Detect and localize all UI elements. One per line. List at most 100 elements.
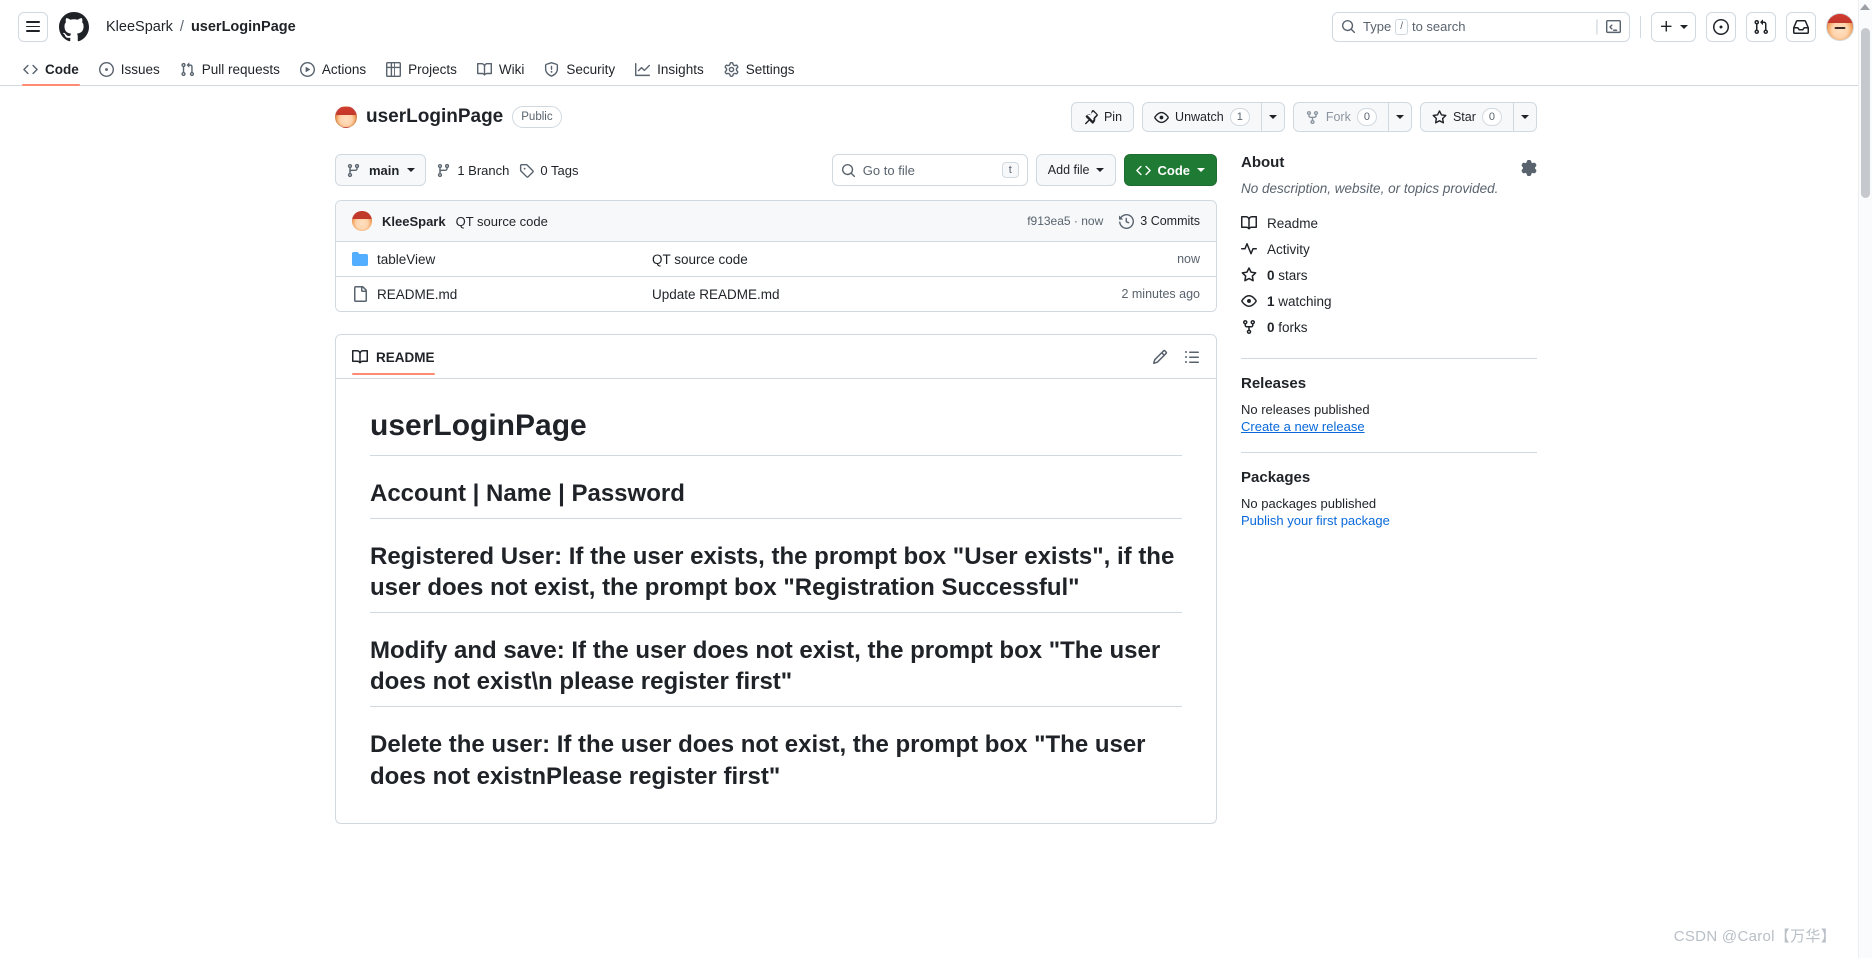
tab-settings[interactable]: Settings [715, 57, 804, 85]
chevron-down-icon [407, 168, 416, 172]
commit-message[interactable]: QT source code [456, 214, 548, 229]
publish-package-link[interactable]: Publish your first package [1241, 513, 1537, 528]
file-name-cell[interactable]: README.md [352, 286, 652, 302]
tab-pull-requests[interactable]: Pull requests [171, 57, 289, 85]
main-column: main 1 Branch 0 Tags Go to file t Add fi… [335, 150, 1217, 824]
eye-icon [1241, 295, 1257, 307]
chevron-down-icon [1268, 115, 1277, 119]
repo-header: userLoginPage Public Pin Unwatch 1 Fork … [335, 86, 1537, 150]
file-name-cell[interactable]: tableView [352, 251, 652, 267]
unwatch-button[interactable]: Unwatch 1 [1142, 102, 1261, 132]
owner-avatar[interactable] [335, 106, 357, 128]
pencil-icon[interactable] [1152, 349, 1168, 365]
file-commit-message[interactable]: QT source code [652, 252, 1177, 267]
branch-count-link[interactable]: 1 Branch [436, 163, 509, 178]
sidebar-item-watching[interactable]: 1 watching [1241, 288, 1537, 314]
page-scrollbar[interactable] [1858, 0, 1872, 958]
commit-author-name[interactable]: KleeSpark [382, 214, 446, 229]
breadcrumb-owner[interactable]: KleeSpark [106, 19, 173, 35]
readme-section: Modify and save: If the user does not ex… [370, 635, 1182, 708]
chevron-down-icon [1095, 168, 1104, 172]
list-unordered-icon[interactable] [1184, 349, 1200, 365]
fork-label: Fork [1325, 110, 1351, 124]
commit-sha-time[interactable]: f913ea5 · now [1027, 214, 1103, 228]
tab-issues[interactable]: Issues [90, 57, 169, 85]
search-icon [841, 163, 855, 177]
breadcrumb-repo[interactable]: userLoginPage [191, 19, 296, 35]
scroll-up-arrow-icon[interactable] [1860, 4, 1870, 10]
watch-dropdown-button[interactable] [1260, 102, 1285, 132]
add-file-button[interactable]: Add file [1035, 154, 1116, 186]
tab-insights[interactable]: Insights [626, 57, 713, 85]
visibility-badge: Public [512, 106, 562, 128]
fork-button[interactable]: Fork 0 [1292, 102, 1388, 132]
sidebar-item-label: 0 stars [1267, 268, 1308, 283]
pin-label: Pin [1103, 110, 1123, 124]
sidebar-item-label: 1 watching [1267, 294, 1332, 309]
header-right-group: Type / to search | [1332, 11, 1854, 42]
code-button[interactable]: Code [1123, 154, 1217, 186]
tab-label: Settings [745, 62, 795, 77]
sidebar-divider [1241, 452, 1537, 453]
create-release-link[interactable]: Create a new release [1241, 419, 1537, 434]
table-row[interactable]: tableView QT source code now [336, 242, 1216, 277]
unwatch-label: Unwatch [1175, 110, 1224, 124]
releases-title: Releases [1241, 375, 1307, 392]
pin-button[interactable]: Pin [1070, 102, 1135, 132]
search-input[interactable]: Type / to search | [1332, 11, 1630, 42]
notifications-button[interactable] [1786, 11, 1816, 42]
forks-noun: forks [1278, 319, 1308, 335]
about-title: About [1241, 154, 1285, 171]
table-row[interactable]: README.md Update README.md 2 minutes ago [336, 277, 1216, 311]
scrollbar-thumb[interactable] [1861, 28, 1870, 198]
branch-selector[interactable]: main [335, 154, 427, 186]
sidebar-item-activity[interactable]: Activity [1241, 236, 1537, 262]
tab-projects[interactable]: Projects [377, 57, 466, 85]
tab-security[interactable]: Security [535, 57, 624, 85]
main-layout: main 1 Branch 0 Tags Go to file t Add fi… [335, 150, 1537, 824]
user-avatar[interactable] [1826, 12, 1854, 41]
issue-opened-icon [98, 62, 114, 77]
readme-section: Delete the user: If the user does not ex… [370, 731, 1146, 790]
sidebar-item-forks[interactable]: 0 forks [1241, 314, 1537, 340]
issues-button[interactable] [1706, 11, 1736, 42]
plus-icon [1660, 20, 1672, 32]
sidebar-divider [1241, 358, 1537, 359]
github-logo-icon[interactable] [58, 11, 90, 43]
tab-code[interactable]: Code [14, 57, 88, 86]
tag-count-link[interactable]: 0 Tags [519, 163, 578, 178]
play-icon [299, 62, 315, 77]
tab-wiki[interactable]: Wiki [468, 57, 534, 85]
hamburger-menu-icon[interactable] [18, 11, 48, 42]
add-file-label: Add file [1047, 163, 1090, 177]
tab-readme[interactable]: README [352, 349, 435, 375]
file-icon [354, 286, 367, 302]
commit-author-avatar[interactable] [352, 211, 372, 231]
file-commit-message[interactable]: Update README.md [652, 287, 1121, 302]
about-settings-gear-icon[interactable] [1521, 159, 1537, 176]
tab-actions[interactable]: Actions [291, 57, 375, 85]
star-dropdown-button[interactable] [1513, 102, 1537, 132]
star-icon [1241, 267, 1257, 282]
fork-dropdown-button[interactable] [1387, 102, 1412, 132]
file-name[interactable]: README.md [377, 287, 457, 302]
pull-requests-button[interactable] [1746, 11, 1776, 42]
repo-title-group: userLoginPage Public [335, 106, 562, 128]
page-title[interactable]: userLoginPage [366, 106, 503, 128]
sidebar-item-readme[interactable]: Readme [1241, 210, 1537, 236]
tab-label: Projects [408, 62, 457, 77]
commit-history-link[interactable]: 3 Commits [1119, 213, 1200, 229]
git-pull-request-icon [181, 62, 194, 77]
star-button[interactable]: Star 0 [1419, 102, 1513, 132]
tab-label: Insights [657, 62, 704, 77]
terminal-icon[interactable] [1606, 19, 1621, 34]
tab-label: Actions [321, 62, 367, 77]
eye-icon [1154, 111, 1169, 123]
watermark: CSDN @Carol【万华】 [1673, 928, 1836, 945]
sidebar-item-stars[interactable]: 0 stars [1241, 262, 1537, 288]
latest-commit-bar: KleeSpark QT source code f913ea5 · now 3… [336, 201, 1216, 242]
create-new-button[interactable] [1651, 11, 1696, 42]
go-to-file-input[interactable]: Go to file t [831, 154, 1028, 186]
git-branch-icon [438, 163, 450, 177]
file-name[interactable]: tableView [377, 252, 435, 267]
